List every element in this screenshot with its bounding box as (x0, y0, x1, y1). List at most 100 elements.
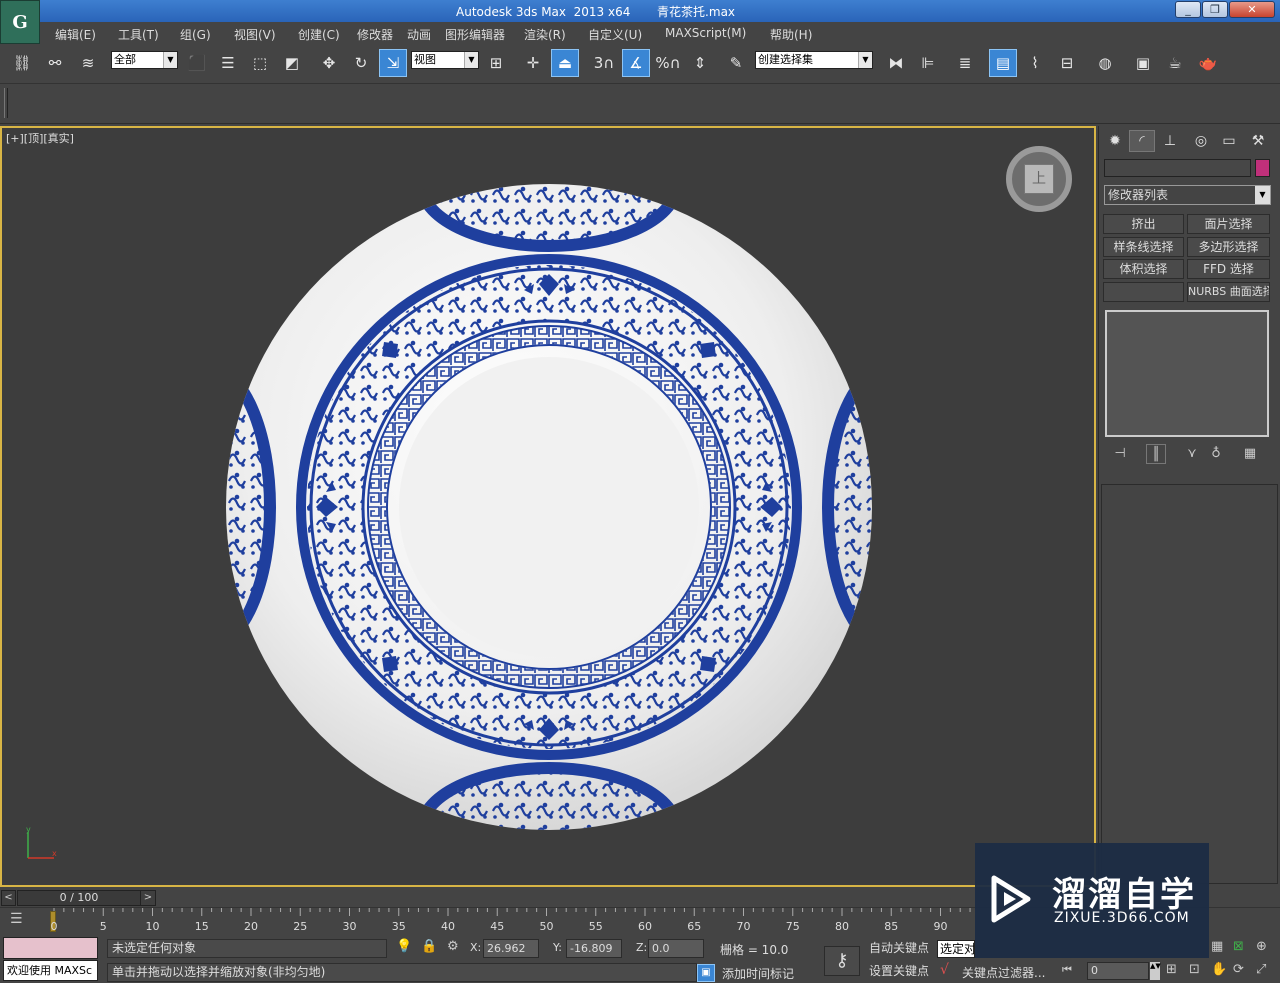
menu-modifiers[interactable]: 修改器 (357, 26, 393, 43)
maxscript-listener-mini[interactable] (3, 937, 98, 959)
menu-views[interactable]: 视图(V) (234, 26, 276, 43)
y-coordinate-field[interactable]: -16.809 (566, 939, 622, 958)
x-coordinate-field[interactable]: 26.962 (483, 939, 539, 958)
selected-object-dropdown[interactable]: 选定对 (937, 940, 975, 958)
close-button[interactable]: ✕ (1229, 1, 1275, 18)
app-logo-button[interactable]: G (0, 0, 40, 44)
select-by-name-icon[interactable]: ☰ (214, 49, 242, 77)
keyboard-shortcut-override-icon[interactable]: ⏏ (551, 49, 579, 77)
orbit-icon[interactable]: ⟳ (1233, 962, 1244, 977)
menu-edit[interactable]: 编辑(E) (55, 26, 96, 43)
object-name-field[interactable] (1104, 159, 1251, 177)
menu-help[interactable]: 帮助(H) (770, 26, 812, 43)
select-manipulate-icon[interactable]: ✛ (519, 49, 547, 77)
modifier-list-dropdown[interactable]: 修改器列表 ▼ (1104, 185, 1271, 205)
viewport-label[interactable]: [+][顶][真实] (6, 130, 74, 146)
zoom-extents-icon[interactable]: ⊠ (1233, 939, 1244, 954)
show-end-result-icon[interactable]: ║ (1146, 444, 1166, 464)
isolate-icon[interactable]: 💡 (396, 939, 412, 954)
absolute-mode-icon[interactable]: ⚙ (447, 939, 459, 954)
open-mini-curve-editor-icon[interactable]: ☰ (10, 911, 34, 931)
ribbon-handle[interactable] (4, 88, 8, 118)
curve-editor-icon[interactable]: ⌇ (1021, 49, 1049, 77)
rectangle-selection-icon[interactable]: ⬚ (246, 49, 274, 77)
current-frame-spinner[interactable]: ▲▼ (1150, 962, 1161, 980)
angle-snap-icon[interactable]: ∡ (622, 49, 650, 77)
link-icon[interactable]: ⛓ (8, 49, 36, 77)
zoom-extents-all-icon[interactable]: ⊞ (1166, 962, 1177, 977)
menu-animation[interactable]: 动画 (407, 26, 431, 43)
named-selection-set-dropdown[interactable]: 创建选择集 ▼ (755, 51, 873, 69)
restore-button[interactable]: ❐ (1202, 1, 1228, 18)
menu-group[interactable]: 组(G) (180, 26, 211, 43)
modifier-nurbs-surface-select-button[interactable]: NURBS 曲面选择 (1187, 282, 1270, 302)
snaps-toggle-icon[interactable]: 3 ∩ (590, 49, 618, 77)
create-tab-icon[interactable]: ✹ (1102, 130, 1128, 152)
pivot-center-icon[interactable]: ⊞ (482, 49, 510, 77)
scene-explorer-icon[interactable]: ▤ (989, 49, 1017, 77)
selection-filter-dropdown[interactable]: 全部 ▼ (111, 51, 178, 69)
time-slider-next-button[interactable]: > (140, 890, 156, 906)
time-slider-prev-button[interactable]: < (1, 890, 16, 906)
make-unique-icon[interactable]: ⋎ (1182, 444, 1202, 464)
configure-modifier-sets-icon[interactable]: ▦ (1240, 444, 1260, 464)
modifier-poly-select-button[interactable]: 多边形选择 (1187, 237, 1270, 257)
rotate-icon[interactable]: ↻ (347, 49, 375, 77)
set-key-button[interactable]: 设置关键点 (866, 962, 932, 982)
field-of-view-icon[interactable]: ⊡ (1189, 962, 1200, 977)
menu-tools[interactable]: 工具(T) (118, 26, 159, 43)
modify-tab-icon[interactable]: ◜ (1129, 130, 1155, 152)
time-configuration-icon[interactable]: ⏮ (1062, 963, 1072, 977)
modifier-stack-view[interactable] (1105, 310, 1269, 437)
spinner-snap-icon[interactable]: ⇕ (686, 49, 714, 77)
menu-create[interactable]: 创建(C) (298, 26, 340, 43)
lock-selection-icon[interactable]: 🔒 (421, 939, 437, 954)
scale-icon[interactable]: ⇲ (379, 49, 407, 77)
display-tab-icon[interactable]: ▭ (1216, 130, 1242, 152)
remove-modifier-icon[interactable]: ♁ (1206, 444, 1226, 464)
schematic-view-icon[interactable]: ⊟ (1053, 49, 1081, 77)
blue-white-tea-saucer[interactable] (226, 184, 872, 830)
layer-manager-icon[interactable]: ≣ (951, 49, 979, 77)
modifier-empty-button[interactable] (1103, 282, 1184, 302)
utilities-tab-icon[interactable]: ⚒ (1245, 130, 1271, 152)
pan-view-icon[interactable]: ✋ (1211, 962, 1227, 977)
modifier-patch-select-button[interactable]: 面片选择 (1187, 214, 1270, 234)
edit-named-selection-icon[interactable]: ✎ (722, 49, 750, 77)
reference-coordinate-dropdown[interactable]: 视图 ▼ (411, 51, 479, 69)
pin-stack-icon[interactable]: ⊣ (1110, 444, 1130, 464)
viewcube-top-face[interactable]: 上 (1024, 164, 1054, 194)
motion-tab-icon[interactable]: ◎ (1188, 130, 1214, 152)
modifier-ffd-select-button[interactable]: FFD 选择 (1187, 259, 1270, 279)
material-editor-icon[interactable]: ◍ (1091, 49, 1119, 77)
minimize-button[interactable]: _ (1175, 1, 1201, 18)
render-setup-icon[interactable]: ▣ (1129, 49, 1157, 77)
align-icon[interactable]: ⊫ (914, 49, 942, 77)
unlink-icon[interactable]: ⚯ (41, 49, 69, 77)
current-frame-field[interactable]: 0 (1087, 962, 1149, 980)
modifier-extrude-button[interactable]: 挤出 (1103, 214, 1184, 234)
move-icon[interactable]: ✥ (315, 49, 343, 77)
auto-key-button[interactable]: 自动关键点 (866, 939, 932, 959)
z-coordinate-field[interactable]: 0.0 (648, 939, 704, 958)
modifier-spline-select-button[interactable]: 样条线选择 (1103, 237, 1184, 257)
percent-snap-icon[interactable]: % ∩ (654, 49, 682, 77)
window-crossing-icon[interactable]: ◩ (278, 49, 306, 77)
render-production-icon[interactable]: 🫖 (1194, 49, 1222, 77)
menu-rendering[interactable]: 渲染(R) (524, 26, 566, 43)
zoom-region-icon[interactable]: ⊕ (1256, 939, 1267, 954)
menu-graph-editors[interactable]: 图形编辑器 (445, 26, 505, 43)
time-slider-thumb[interactable]: 0 / 100 (17, 890, 141, 906)
adaptive-degradation-icon[interactable]: ▣ (697, 964, 715, 982)
rendered-frame-window-icon[interactable]: ☕ (1161, 49, 1189, 77)
bind-space-warp-icon[interactable]: ≋ (74, 49, 102, 77)
maxscript-welcome[interactable]: 欢迎使用 MAXSc (3, 960, 98, 981)
select-object-icon[interactable]: ⬛ (183, 49, 211, 77)
key-filters-button[interactable]: 关键点过滤器... (962, 964, 1045, 981)
mirror-icon[interactable]: ⧓ (882, 49, 910, 77)
set-keys-key-icon[interactable]: ⚷ (824, 946, 860, 976)
hierarchy-tab-icon[interactable]: ⊥ (1157, 130, 1183, 152)
object-color-swatch[interactable] (1255, 159, 1270, 177)
zoom-all-icon[interactable]: ▦ (1211, 939, 1223, 954)
maximize-viewport-icon[interactable]: ⤢ (1256, 962, 1266, 977)
